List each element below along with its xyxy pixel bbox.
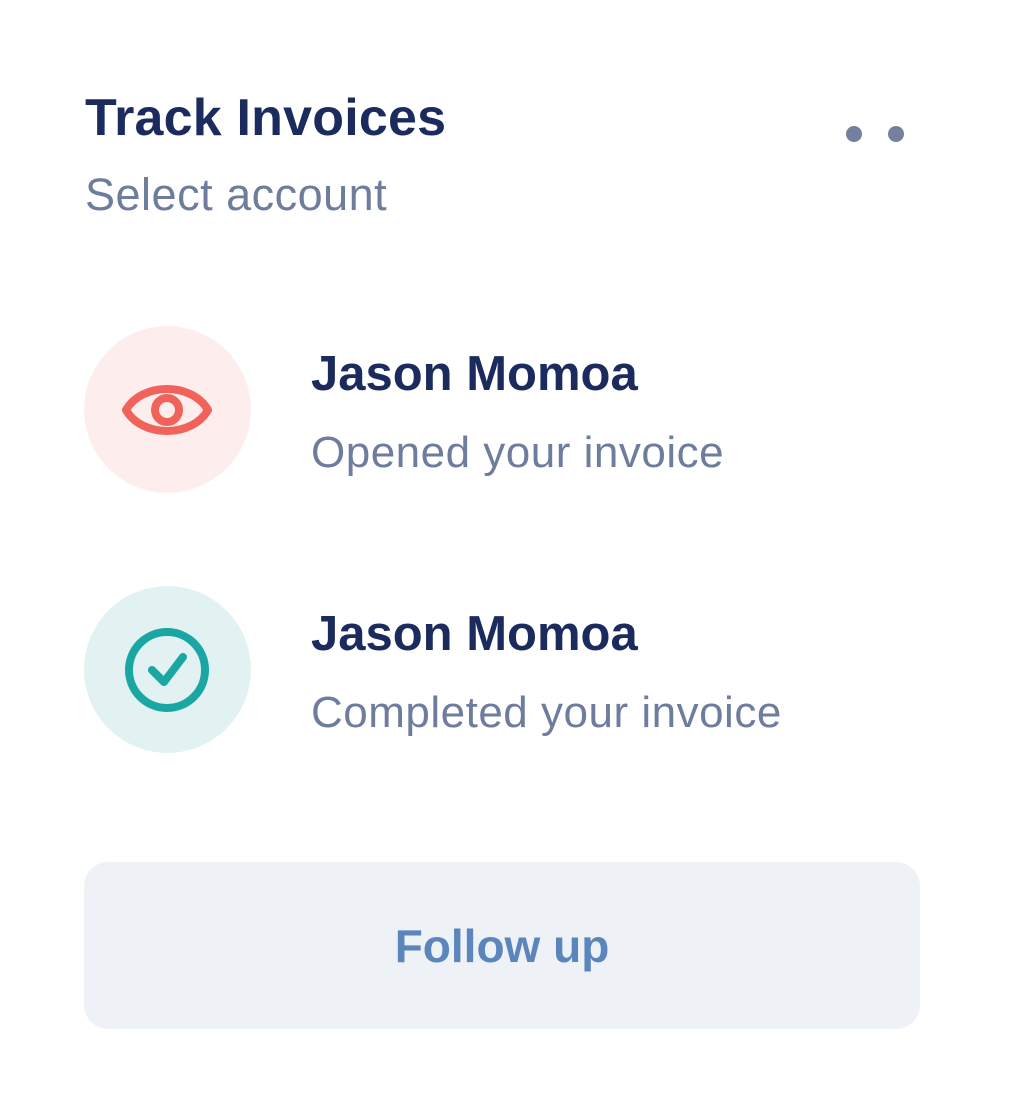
check-circle-icon: [125, 628, 209, 712]
more-options-button[interactable]: [830, 110, 920, 158]
activity-icon-bubble: [84, 326, 251, 493]
activity-item[interactable]: Jason Momoa Opened your invoice: [84, 326, 924, 494]
activity-status: Opened your invoice: [311, 428, 725, 477]
eye-icon: [122, 385, 212, 435]
more-dots-icon: [846, 126, 862, 142]
follow-up-button[interactable]: Follow up: [84, 862, 920, 1029]
card-subtitle: Select account: [85, 169, 388, 220]
activity-name: Jason Momoa: [311, 607, 638, 661]
track-invoices-card: Track Invoices Select account Jason Momo…: [0, 0, 1009, 1113]
activity-status: Completed your invoice: [311, 688, 782, 737]
activity-icon-bubble: [84, 586, 251, 753]
activity-item[interactable]: Jason Momoa Completed your invoice: [84, 586, 924, 754]
card-title: Track Invoices: [85, 89, 447, 147]
activity-name: Jason Momoa: [311, 347, 638, 401]
more-dots-icon: [888, 126, 904, 142]
